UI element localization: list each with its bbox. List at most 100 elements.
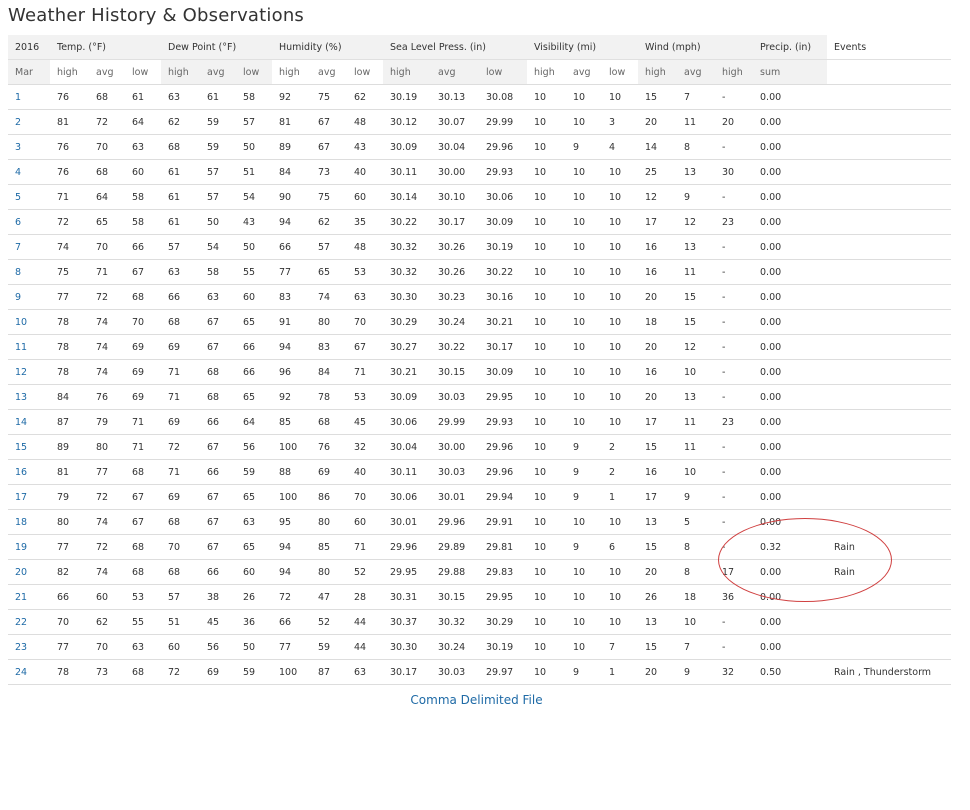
temp-low-cell: 63 [125,134,161,160]
temp-low-cell: 69 [125,359,161,385]
pressure-avg-cell: 30.15 [431,584,479,610]
wind-avg-cell: 11 [677,259,715,285]
wind-gust-cell: - [715,184,753,210]
day-link[interactable]: 14 [8,409,50,435]
day-link[interactable]: 6 [8,209,50,235]
humidity-low-cell: 63 [347,284,383,310]
pressure-high-cell: 29.95 [383,559,431,585]
wind-high-cell: 20 [638,659,677,685]
day-link[interactable]: 16 [8,459,50,485]
events-cell [827,184,951,210]
day-link[interactable]: 8 [8,259,50,285]
dew-low-cell: 26 [236,584,272,610]
pressure-low-cell: 30.21 [479,309,527,335]
dew-avg-cell: 67 [200,309,236,335]
pressure-high-cell: 30.37 [383,609,431,635]
day-link[interactable]: 17 [8,484,50,510]
pressure-avg-cell: 30.15 [431,359,479,385]
dew-high-cell: 71 [161,459,200,485]
day-link[interactable]: 23 [8,634,50,660]
dew-avg-cell: 67 [200,534,236,560]
table-row: 5 71 64 58 61 57 54 90 75 60 30.14 30.10 30.06 10 10 10… [8,184,951,210]
day-link[interactable]: 19 [8,534,50,560]
humidity-low-cell: 45 [347,409,383,435]
dew-high-cell: 72 [161,434,200,460]
pressure-high-cell: 30.11 [383,459,431,485]
wind-avg-cell: 11 [677,409,715,435]
humidity-low-header: low [347,59,383,85]
temp-high-cell: 72 [50,209,89,235]
day-link[interactable]: 22 [8,609,50,635]
events-cell [827,234,951,260]
temp-avg-cell: 72 [89,484,125,510]
dew-low-cell: 36 [236,609,272,635]
pressure-high-cell: 30.19 [383,84,431,110]
pressure-high-cell: 30.31 [383,584,431,610]
day-link[interactable]: 5 [8,184,50,210]
day-link[interactable]: 20 [8,559,50,585]
humidity-high-cell: 66 [272,234,311,260]
visibility-low-cell: 10 [602,84,638,110]
dew-high-cell: 68 [161,559,200,585]
dew-high-cell: 60 [161,634,200,660]
pressure-low-cell: 29.81 [479,534,527,560]
pressure-high-cell: 30.01 [383,509,431,535]
pressure-low-cell: 29.96 [479,134,527,160]
day-link[interactable]: 4 [8,159,50,185]
visibility-low-cell: 10 [602,284,638,310]
day-link[interactable]: 2 [8,109,50,135]
pressure-avg-cell: 30.23 [431,284,479,310]
visibility-high-cell: 10 [527,434,566,460]
visibility-high-cell: 10 [527,559,566,585]
visibility-high-cell: 10 [527,484,566,510]
pressure-avg-cell: 30.32 [431,609,479,635]
day-link[interactable]: 15 [8,434,50,460]
wind-gust-cell: - [715,534,753,560]
temp-avg-cell: 68 [89,159,125,185]
wind-gust-cell: - [715,509,753,535]
precip-sum-cell: 0.00 [753,584,827,610]
day-link[interactable]: 12 [8,359,50,385]
dew-high-cell: 71 [161,359,200,385]
wind-header: Wind (mph) [638,35,753,60]
wind-avg-cell: 11 [677,109,715,135]
day-link[interactable]: 10 [8,309,50,335]
pressure-high-cell: 30.09 [383,384,431,410]
wind-gust-cell: - [715,134,753,160]
day-link[interactable]: 11 [8,334,50,360]
dew-avg-cell: 68 [200,359,236,385]
temp-high-cell: 71 [50,184,89,210]
humidity-avg-cell: 57 [311,234,347,260]
temp-low-cell: 58 [125,209,161,235]
day-link[interactable]: 9 [8,284,50,310]
precip-sum-cell: 0.00 [753,334,827,360]
humidity-low-cell: 62 [347,84,383,110]
temp-high-cell: 77 [50,534,89,560]
dew-avg-cell: 67 [200,334,236,360]
humidity-high-cell: 81 [272,109,311,135]
visibility-high-cell: 10 [527,234,566,260]
day-link[interactable]: 13 [8,384,50,410]
day-link[interactable]: 7 [8,234,50,260]
table-row: 16 81 77 68 71 66 59 88 69 40 30.11 30.03 29.96 10 9 2 1… [8,459,951,485]
pressure-low-cell: 29.95 [479,384,527,410]
wind-gust-cell: - [715,284,753,310]
day-link[interactable]: 24 [8,659,50,685]
day-link[interactable]: 1 [8,84,50,110]
events-cell [827,309,951,335]
dew-high-cell: 70 [161,534,200,560]
wind-high-cell: 20 [638,284,677,310]
dew-low-cell: 51 [236,159,272,185]
dew-low-cell: 54 [236,184,272,210]
day-link[interactable]: 18 [8,509,50,535]
day-link[interactable]: 21 [8,584,50,610]
wind-avg-cell: 13 [677,384,715,410]
comma-delimited-file-link[interactable]: Comma Delimited File [0,693,953,707]
temp-low-cell: 53 [125,584,161,610]
visibility-high-cell: 10 [527,459,566,485]
day-link[interactable]: 3 [8,134,50,160]
visibility-avg-cell: 10 [566,109,602,135]
pressure-avg-cell: 30.22 [431,334,479,360]
temp-avg-cell: 60 [89,584,125,610]
dew-high-cell: 62 [161,109,200,135]
